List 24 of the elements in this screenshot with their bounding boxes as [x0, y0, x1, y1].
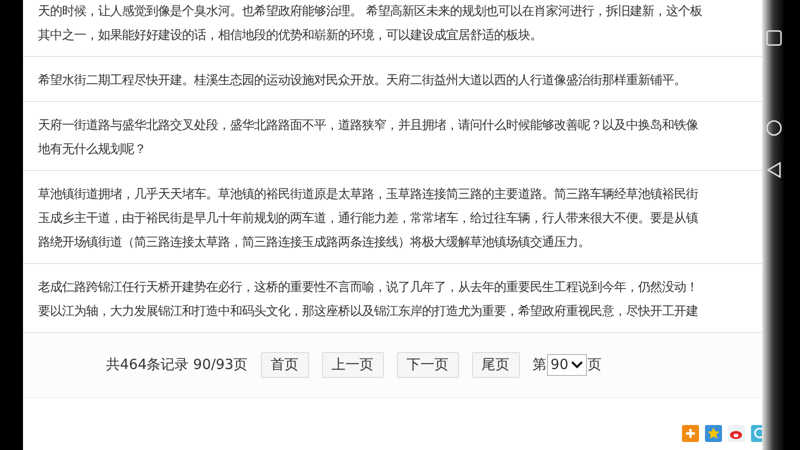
record-count: 共464条记录 90/93页 — [106, 356, 248, 374]
post-text: 地有无什么规划呢？ — [38, 140, 147, 158]
post-text: 天的时候，让人感觉到像是个臭水河。也希望政府能够治理。 希望高新区未来的规划也可以在肖家河进行，拆旧建新，这个板 — [38, 2, 703, 20]
star-icon[interactable] — [705, 425, 722, 442]
page-select[interactable]: 90 — [546, 354, 588, 376]
post-text: 其中之一，如果能好好建设的话，相信地段的优势和崭新的环境，可以建设成宜居舒适的板块。 — [38, 26, 543, 44]
post-text: 玉成乡主干道，由于裕民街是早几十年前规划的两车道，通行能力差，常常堵车，给过往车辆，行人带来很大不便。要是从镇 — [38, 209, 699, 227]
post-text: 老成仁路跨锦江任行天桥开建势在必行，这桥的重要性不言而喻，说了几年了，从去年的重要民生工程说到今年，仍然没动！ — [38, 278, 699, 296]
plus-icon[interactable] — [682, 425, 699, 442]
page-button[interactable]: 尾页 — [472, 352, 520, 378]
square-icon[interactable] — [766, 30, 782, 46]
post-text: 草池镇街道拥堵，几乎天天堵车。草池镇的裕民街道原是太草路，玉草路连接简三路的主要道路。简三路车辆经草池镇裕民街 — [38, 185, 699, 203]
triangle-icon[interactable] — [766, 162, 782, 178]
page-button[interactable]: 首页 — [260, 352, 309, 378]
page-button[interactable]: 上一页 — [322, 352, 384, 378]
page-prefix: 第 — [532, 356, 547, 374]
chevron-down-icon — [571, 361, 584, 369]
circle-icon[interactable] — [766, 120, 782, 136]
post-text: 要以江为轴，大力发展锦江和打造中和码头文化，那这座桥以及锦江东岸的打造尤为重要，希望政府重视民意，尽快开工开建 — [38, 302, 699, 320]
post-text: 路绕开场镇街道（简三路连接太草路，简三路连接玉成路两条连接线）将极大缓解草池镇场镇交通压力。 — [38, 233, 591, 251]
post-text: 天府一街道路与盛华北路交叉处段，盛华北路路面不平，道路狭窄，并且拥堵，请问什么时候能够改善呢？以及中换岛和铁像 — [38, 116, 699, 134]
page-button[interactable]: 下一页 — [396, 352, 459, 378]
page-suffix: 页 — [587, 356, 602, 374]
post-text: 希望水街二期工程尽快开建。桂溪生态园的运动设施对民众开放。天府二街益州大道以西的人行道像盛治街那样重新铺平。 — [38, 71, 687, 89]
